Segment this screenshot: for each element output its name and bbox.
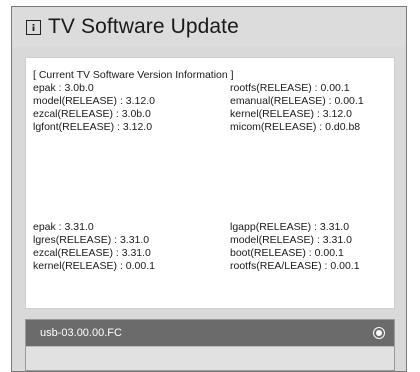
update-info-right-1: model(RELEASE) : 3.31.0 (230, 234, 352, 246)
info-icon (26, 20, 41, 35)
update-info-left-1: lgres(RELEASE) : 3.31.0 (33, 234, 150, 246)
current-info-left-0: epak : 3.0b.0 (33, 82, 94, 94)
current-version-heading: [ Current TV Software Version Informatio… (33, 69, 234, 81)
update-info-left-3: kernel(RELEASE) : 0.00.1 (33, 260, 155, 272)
usb-file-list: usb-03.00.00.FC (25, 319, 395, 371)
current-info-left-3: lgfont(RELEASE) : 3.12.0 (33, 121, 153, 133)
update-info-right-3: rootfs(REA/LEASE) : 0.00.1 (230, 260, 360, 272)
current-info-right-0: rootfs(RELEASE) : 0.00.1 (230, 82, 350, 94)
current-info-right-2: kernel(RELEASE) : 3.12.0 (230, 108, 352, 120)
version-info-panel: [ Current TV Software Version Informatio… (25, 57, 395, 309)
current-info-right-1: emanual(RELEASE) : 0.00.1 (230, 95, 364, 107)
update-info-right-2: boot(RELEASE) : 0.00.1 (230, 247, 344, 259)
usb-list-empty-row (26, 346, 394, 370)
usb-file-label: usb-03.00.00.FC (40, 327, 122, 339)
current-version-info: epak : 3.0b.0 rootfs(RELEASE) : 0.00.1 m… (33, 82, 389, 134)
update-info-left-0: epak : 3.31.0 (33, 221, 94, 233)
update-version-info: epak : 3.31.0 lgapp(RELEASE) : 3.31.0 lg… (33, 221, 389, 273)
update-info-left-2: ezcal(RELEASE) : 3.31.0 (33, 247, 151, 259)
radio-selected-icon[interactable] (373, 327, 385, 339)
usb-file-item[interactable]: usb-03.00.00.FC (26, 320, 394, 346)
dialog-title: TV Software Update (48, 15, 239, 38)
current-info-left-1: model(RELEASE) : 3.12.0 (33, 95, 155, 107)
current-info-left-2: ezcal(RELEASE) : 3.0b.0 (33, 108, 151, 120)
software-update-dialog: TV Software Update [ Current TV Software… (11, 6, 407, 372)
dialog-title-bar: TV Software Update (12, 7, 406, 47)
current-info-right-3: micom(RELEASE) : 0.d0.b8 (230, 121, 361, 133)
update-info-right-0: lgapp(RELEASE) : 3.31.0 (230, 221, 350, 233)
